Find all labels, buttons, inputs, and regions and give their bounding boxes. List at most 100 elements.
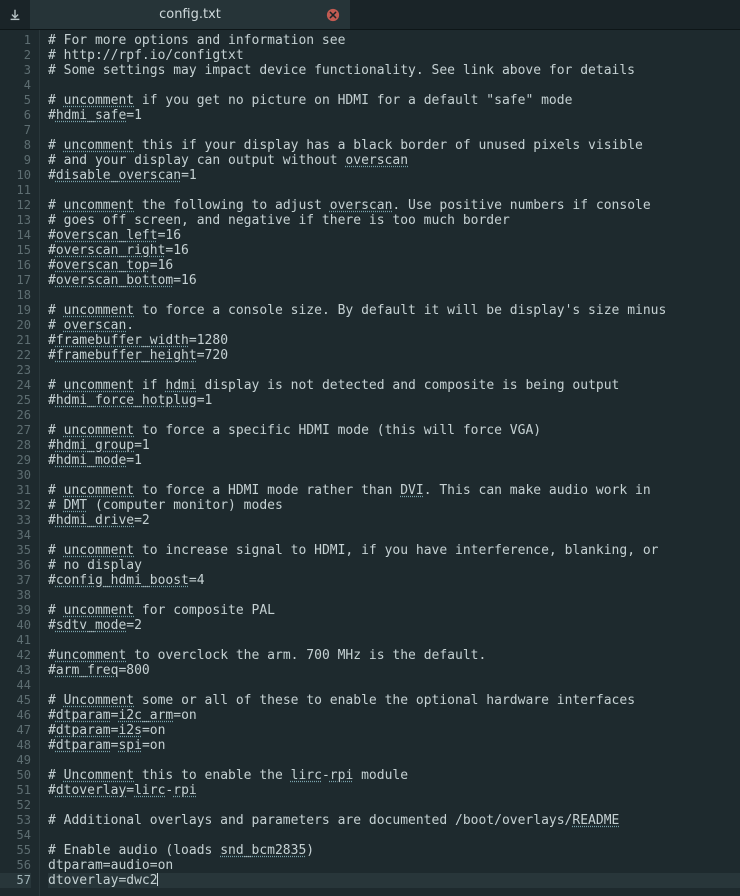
code-line[interactable]: #hdmi_drive=2: [48, 513, 740, 528]
code-line[interactable]: # overscan.: [48, 318, 740, 333]
line-number: 54: [0, 828, 31, 843]
text-cursor: [157, 873, 158, 886]
code-line[interactable]: [48, 78, 740, 93]
code-area[interactable]: # For more options and information see# …: [40, 30, 740, 896]
code-line[interactable]: # uncomment to force a specific HDMI mod…: [48, 423, 740, 438]
line-number: 8: [0, 138, 31, 153]
line-number: 57: [0, 873, 31, 888]
code-line[interactable]: [48, 528, 740, 543]
code-line[interactable]: # http://rpf.io/configtxt: [48, 48, 740, 63]
code-line[interactable]: #dtparam=spi=on: [48, 738, 740, 753]
code-line[interactable]: [48, 183, 740, 198]
close-icon[interactable]: [326, 8, 340, 22]
line-number: 32: [0, 498, 31, 513]
line-number: 35: [0, 543, 31, 558]
line-number: 4: [0, 78, 31, 93]
line-number: 9: [0, 153, 31, 168]
line-number: 3: [0, 63, 31, 78]
line-number: 20: [0, 318, 31, 333]
code-line[interactable]: # Uncomment some or all of these to enab…: [48, 693, 740, 708]
line-number: 41: [0, 633, 31, 648]
code-line[interactable]: [48, 633, 740, 648]
code-line[interactable]: #dtparam=i2c_arm=on: [48, 708, 740, 723]
code-line[interactable]: #sdtv_mode=2: [48, 618, 740, 633]
code-line[interactable]: #arm_freq=800: [48, 663, 740, 678]
line-number: 10: [0, 168, 31, 183]
code-line[interactable]: #hdmi_safe=1: [48, 108, 740, 123]
code-line[interactable]: #hdmi_group=1: [48, 438, 740, 453]
code-line[interactable]: [48, 363, 740, 378]
line-number: 5: [0, 93, 31, 108]
code-line[interactable]: [48, 798, 740, 813]
code-line[interactable]: #config_hdmi_boost=4: [48, 573, 740, 588]
line-number-gutter: 1234567891011121314151617181920212223242…: [0, 30, 40, 896]
code-line[interactable]: [48, 468, 740, 483]
tab-config[interactable]: config.txt: [30, 0, 350, 29]
code-line[interactable]: #overscan_top=16: [48, 258, 740, 273]
editor[interactable]: 1234567891011121314151617181920212223242…: [0, 30, 740, 896]
code-line[interactable]: # uncomment to force a HDMI mode rather …: [48, 483, 740, 498]
code-line[interactable]: #framebuffer_height=720: [48, 348, 740, 363]
line-number: 50: [0, 768, 31, 783]
line-number: 48: [0, 738, 31, 753]
line-number: 26: [0, 408, 31, 423]
line-number: 34: [0, 528, 31, 543]
code-line[interactable]: dtoverlay=dwc2: [48, 873, 740, 888]
line-number: 52: [0, 798, 31, 813]
code-line[interactable]: #disable_overscan=1: [48, 168, 740, 183]
line-number: 38: [0, 588, 31, 603]
code-line[interactable]: #uncomment to overclock the arm. 700 MHz…: [48, 648, 740, 663]
code-line[interactable]: # uncomment for composite PAL: [48, 603, 740, 618]
line-number: 36: [0, 558, 31, 573]
line-number: 17: [0, 273, 31, 288]
line-number: 6: [0, 108, 31, 123]
code-line[interactable]: # uncomment if you get no picture on HDM…: [48, 93, 740, 108]
code-line[interactable]: # For more options and information see: [48, 33, 740, 48]
code-line[interactable]: [48, 828, 740, 843]
line-number: 55: [0, 843, 31, 858]
line-number: 25: [0, 393, 31, 408]
code-line[interactable]: [48, 288, 740, 303]
code-line[interactable]: # Uncomment this to enable the lirc-rpi …: [48, 768, 740, 783]
code-line[interactable]: #overscan_right=16: [48, 243, 740, 258]
code-line[interactable]: # uncomment if hdmi display is not detec…: [48, 378, 740, 393]
line-number: 11: [0, 183, 31, 198]
code-line[interactable]: # uncomment to increase signal to HDMI, …: [48, 543, 740, 558]
code-line[interactable]: # Some settings may impact device functi…: [48, 63, 740, 78]
code-line[interactable]: # uncomment this if your display has a b…: [48, 138, 740, 153]
code-line[interactable]: #overscan_left=16: [48, 228, 740, 243]
code-line[interactable]: # Enable audio (loads snd_bcm2835): [48, 843, 740, 858]
line-number: 30: [0, 468, 31, 483]
code-line[interactable]: # DMT (computer monitor) modes: [48, 498, 740, 513]
code-line[interactable]: [48, 753, 740, 768]
line-number: 28: [0, 438, 31, 453]
code-line[interactable]: #framebuffer_width=1280: [48, 333, 740, 348]
code-line[interactable]: [48, 588, 740, 603]
line-number: 27: [0, 423, 31, 438]
code-line[interactable]: dtparam=audio=on: [48, 858, 740, 873]
line-number: 22: [0, 348, 31, 363]
code-line[interactable]: #hdmi_force_hotplug=1: [48, 393, 740, 408]
code-line[interactable]: [48, 408, 740, 423]
code-line[interactable]: [48, 678, 740, 693]
line-number: 51: [0, 783, 31, 798]
line-number: 16: [0, 258, 31, 273]
code-line[interactable]: #dtoverlay=lirc-rpi: [48, 783, 740, 798]
code-line[interactable]: [48, 123, 740, 138]
code-line[interactable]: #dtparam=i2s=on: [48, 723, 740, 738]
code-line[interactable]: # no display: [48, 558, 740, 573]
code-line[interactable]: #overscan_bottom=16: [48, 273, 740, 288]
line-number: 19: [0, 303, 31, 318]
code-line[interactable]: # goes off screen, and negative if there…: [48, 213, 740, 228]
code-line[interactable]: # and your display can output without ov…: [48, 153, 740, 168]
code-line[interactable]: # uncomment to force a console size. By …: [48, 303, 740, 318]
line-number: 18: [0, 288, 31, 303]
line-number: 42: [0, 648, 31, 663]
code-line[interactable]: # uncomment the following to adjust over…: [48, 198, 740, 213]
line-number: 43: [0, 663, 31, 678]
code-line[interactable]: # Additional overlays and parameters are…: [48, 813, 740, 828]
line-number: 13: [0, 213, 31, 228]
line-number: 7: [0, 123, 31, 138]
code-line[interactable]: #hdmi_mode=1: [48, 453, 740, 468]
download-icon[interactable]: [0, 0, 30, 29]
